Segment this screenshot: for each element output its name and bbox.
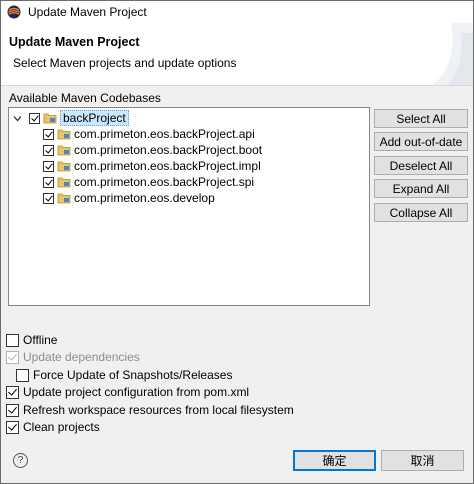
update-dependencies-label: Update dependencies bbox=[23, 350, 140, 364]
child-checkbox[interactable] bbox=[43, 160, 54, 172]
select-all-button[interactable]: Select All bbox=[374, 109, 468, 128]
child-checkbox[interactable] bbox=[43, 192, 54, 204]
tree-child-row[interactable]: com.primeton.eos.backProject.boot bbox=[43, 142, 262, 158]
project-folder-icon bbox=[57, 145, 71, 156]
child-label[interactable]: com.primeton.eos.backProject.impl bbox=[74, 159, 261, 173]
child-checkbox[interactable] bbox=[43, 144, 54, 156]
update-config-label[interactable]: Update project configuration from pom.xm… bbox=[23, 385, 249, 399]
update-dependencies-option: Update dependencies bbox=[6, 349, 140, 365]
add-out-of-date-button[interactable]: Add out-of-date bbox=[374, 132, 468, 151]
child-label[interactable]: com.primeton.eos.backProject.spi bbox=[74, 175, 254, 189]
force-update-checkbox[interactable] bbox=[16, 368, 29, 382]
refresh-workspace-checkbox[interactable] bbox=[6, 403, 19, 417]
refresh-workspace-label[interactable]: Refresh workspace resources from local f… bbox=[23, 403, 294, 417]
tree-child-row[interactable]: com.primeton.eos.backProject.spi bbox=[43, 174, 254, 190]
tree-child-row[interactable]: com.primeton.eos.backProject.impl bbox=[43, 158, 261, 174]
tree-root-row[interactable]: backProject bbox=[13, 110, 129, 126]
help-icon[interactable]: ? bbox=[13, 453, 28, 468]
header-decoration-graphic bbox=[433, 23, 473, 85]
expand-all-button[interactable]: Expand All bbox=[374, 179, 468, 198]
eclipse-app-icon bbox=[7, 5, 21, 19]
deselect-all-button[interactable]: Deselect All bbox=[374, 156, 468, 175]
update-config-checkbox[interactable] bbox=[6, 385, 19, 399]
offline-option[interactable]: Offline bbox=[6, 332, 57, 348]
force-update-label[interactable]: Force Update of Snapshots/Releases bbox=[33, 368, 232, 382]
codebases-tree[interactable]: backProject com.primeton.eos.backProject… bbox=[8, 107, 370, 306]
child-checkbox[interactable] bbox=[43, 128, 54, 140]
project-folder-icon bbox=[57, 129, 71, 140]
child-checkbox[interactable] bbox=[43, 176, 54, 188]
project-folder-icon bbox=[57, 161, 71, 172]
ok-button[interactable]: 确定 bbox=[293, 450, 376, 471]
project-folder-icon bbox=[57, 193, 71, 204]
clean-projects-label[interactable]: Clean projects bbox=[23, 420, 100, 434]
project-folder-icon bbox=[43, 113, 57, 124]
child-label[interactable]: com.primeton.eos.develop bbox=[74, 191, 215, 205]
expand-arrow-icon[interactable] bbox=[13, 114, 22, 123]
dialog-header: Update Maven Project Select Maven projec… bbox=[1, 23, 473, 86]
clean-projects-checkbox[interactable] bbox=[6, 420, 19, 434]
force-update-option[interactable]: Force Update of Snapshots/Releases bbox=[16, 367, 232, 383]
collapse-all-button[interactable]: Collapse All bbox=[374, 203, 468, 222]
tree-child-row[interactable]: com.primeton.eos.backProject.api bbox=[43, 126, 255, 142]
window-title: Update Maven Project bbox=[28, 5, 147, 19]
offline-checkbox[interactable] bbox=[6, 333, 19, 347]
root-checkbox[interactable] bbox=[29, 112, 40, 124]
update-config-option[interactable]: Update project configuration from pom.xm… bbox=[6, 384, 249, 400]
codebases-label: Available Maven Codebases bbox=[9, 91, 161, 105]
clean-projects-option[interactable]: Clean projects bbox=[6, 419, 100, 435]
refresh-workspace-option[interactable]: Refresh workspace resources from local f… bbox=[6, 402, 294, 418]
header-subtitle: Select Maven projects and update options bbox=[13, 56, 237, 70]
child-label[interactable]: com.primeton.eos.backProject.boot bbox=[74, 143, 262, 157]
child-label[interactable]: com.primeton.eos.backProject.api bbox=[74, 127, 255, 141]
project-folder-icon bbox=[57, 177, 71, 188]
cancel-button[interactable]: 取消 bbox=[381, 450, 464, 471]
root-label[interactable]: backProject bbox=[60, 110, 129, 126]
title-bar: Update Maven Project bbox=[1, 1, 473, 23]
header-title: Update Maven Project bbox=[9, 35, 140, 49]
update-dependencies-checkbox bbox=[6, 350, 19, 364]
offline-label[interactable]: Offline bbox=[23, 333, 57, 347]
tree-child-row[interactable]: com.primeton.eos.develop bbox=[43, 190, 215, 206]
update-maven-project-dialog: Update Maven Project Update Maven Projec… bbox=[0, 0, 474, 484]
